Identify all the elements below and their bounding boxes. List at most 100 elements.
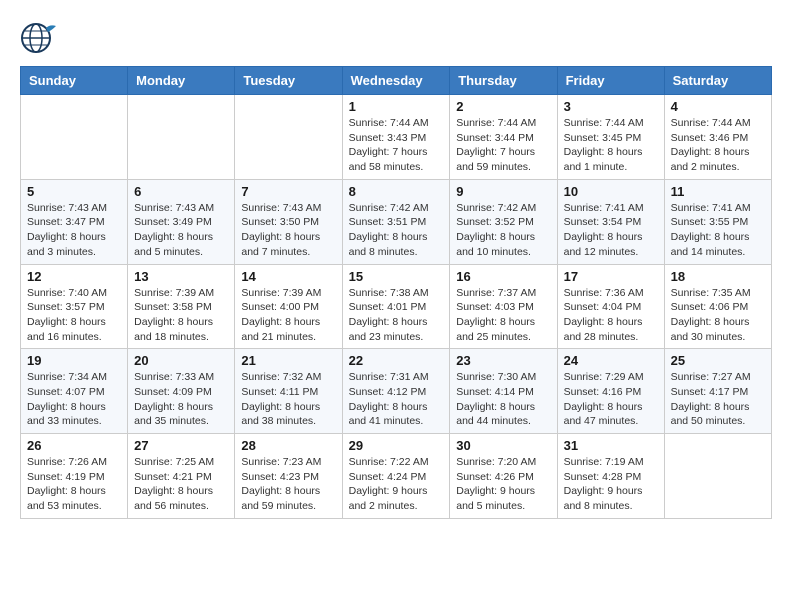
calendar-cell: 23 Sunrise: 7:30 AMSunset: 4:14 PMDayligh…: [450, 349, 557, 434]
day-info: Sunrise: 7:19 AMSunset: 4:28 PMDaylight:…: [564, 455, 658, 514]
calendar-cell: [235, 95, 342, 180]
calendar-cell: 7 Sunrise: 7:43 AMSunset: 3:50 PMDaylight…: [235, 179, 342, 264]
logo-icon: [20, 20, 58, 56]
header: [20, 20, 772, 56]
calendar-header-row: SundayMondayTuesdayWednesdayThursdayFrid…: [21, 67, 772, 95]
day-number: 10: [564, 184, 658, 199]
day-info: Sunrise: 7:39 AMSunset: 3:58 PMDaylight:…: [134, 286, 228, 345]
day-number: 16: [456, 269, 550, 284]
day-info: Sunrise: 7:34 AMSunset: 4:07 PMDaylight:…: [27, 370, 121, 429]
col-header-thursday: Thursday: [450, 67, 557, 95]
day-info: Sunrise: 7:27 AMSunset: 4:17 PMDaylight:…: [671, 370, 765, 429]
day-number: 26: [27, 438, 121, 453]
calendar-cell: 28 Sunrise: 7:23 AMSunset: 4:23 PMDayligh…: [235, 434, 342, 519]
day-number: 23: [456, 353, 550, 368]
day-number: 13: [134, 269, 228, 284]
day-number: 27: [134, 438, 228, 453]
day-number: 3: [564, 99, 658, 114]
calendar-cell: 3 Sunrise: 7:44 AMSunset: 3:45 PMDaylight…: [557, 95, 664, 180]
day-info: Sunrise: 7:43 AMSunset: 3:47 PMDaylight:…: [27, 201, 121, 260]
calendar-cell: 26 Sunrise: 7:26 AMSunset: 4:19 PMDayligh…: [21, 434, 128, 519]
calendar-cell: 18 Sunrise: 7:35 AMSunset: 4:06 PMDayligh…: [664, 264, 771, 349]
day-number: 30: [456, 438, 550, 453]
col-header-monday: Monday: [128, 67, 235, 95]
calendar-cell: [128, 95, 235, 180]
col-header-wednesday: Wednesday: [342, 67, 450, 95]
calendar-cell: 2Sunrise: 7:44 AMSunset: 3:44 PMDaylight…: [450, 95, 557, 180]
calendar-cell: 30 Sunrise: 7:20 AMSunset: 4:26 PMDayligh…: [450, 434, 557, 519]
calendar-week-1: 1 Sunrise: 7:44 AMSunset: 3:43 PMDaylight…: [21, 95, 772, 180]
day-info: Sunrise: 7:25 AMSunset: 4:21 PMDaylight:…: [134, 455, 228, 514]
day-info: Sunrise: 7:23 AMSunset: 4:23 PMDaylight:…: [241, 455, 335, 514]
day-info: Sunrise: 7:30 AMSunset: 4:14 PMDaylight:…: [456, 370, 550, 429]
day-info: Sunrise: 7:44 AMSunset: 3:43 PMDaylight:…: [349, 116, 444, 175]
day-number: 17: [564, 269, 658, 284]
day-info: Sunrise: 7:41 AMSunset: 3:55 PMDaylight:…: [671, 201, 765, 260]
day-number: 20: [134, 353, 228, 368]
calendar-cell: 22 Sunrise: 7:31 AMSunset: 4:12 PMDayligh…: [342, 349, 450, 434]
day-number: 7: [241, 184, 335, 199]
calendar-cell: 17 Sunrise: 7:36 AMSunset: 4:04 PMDayligh…: [557, 264, 664, 349]
calendar-cell: [664, 434, 771, 519]
day-number: 15: [349, 269, 444, 284]
calendar-cell: [21, 95, 128, 180]
calendar-cell: 8 Sunrise: 7:42 AMSunset: 3:51 PMDaylight…: [342, 179, 450, 264]
col-header-tuesday: Tuesday: [235, 67, 342, 95]
calendar-week-4: 19Sunrise: 7:34 AMSunset: 4:07 PMDayligh…: [21, 349, 772, 434]
calendar-cell: 20 Sunrise: 7:33 AMSunset: 4:09 PMDayligh…: [128, 349, 235, 434]
calendar-cell: 9Sunrise: 7:42 AMSunset: 3:52 PMDaylight…: [450, 179, 557, 264]
calendar-cell: 13 Sunrise: 7:39 AMSunset: 3:58 PMDayligh…: [128, 264, 235, 349]
day-info: Sunrise: 7:43 AMSunset: 3:49 PMDaylight:…: [134, 201, 228, 260]
day-info: Sunrise: 7:26 AMSunset: 4:19 PMDaylight:…: [27, 455, 121, 514]
day-info: Sunrise: 7:41 AMSunset: 3:54 PMDaylight:…: [564, 201, 658, 260]
calendar-cell: 6 Sunrise: 7:43 AMSunset: 3:49 PMDaylight…: [128, 179, 235, 264]
calendar-cell: 5 Sunrise: 7:43 AMSunset: 3:47 PMDaylight…: [21, 179, 128, 264]
col-header-friday: Friday: [557, 67, 664, 95]
day-info: Sunrise: 7:39 AMSunset: 4:00 PMDaylight:…: [241, 286, 335, 345]
calendar-cell: 1 Sunrise: 7:44 AMSunset: 3:43 PMDaylight…: [342, 95, 450, 180]
calendar-week-2: 5 Sunrise: 7:43 AMSunset: 3:47 PMDaylight…: [21, 179, 772, 264]
day-number: 18: [671, 269, 765, 284]
day-info: Sunrise: 7:35 AMSunset: 4:06 PMDaylight:…: [671, 286, 765, 345]
day-info: Sunrise: 7:44 AMSunset: 3:45 PMDaylight:…: [564, 116, 658, 175]
calendar-cell: 24 Sunrise: 7:29 AMSunset: 4:16 PMDayligh…: [557, 349, 664, 434]
day-number: 22: [349, 353, 444, 368]
day-number: 5: [27, 184, 121, 199]
logo: [20, 20, 62, 56]
day-number: 9: [456, 184, 550, 199]
day-number: 8: [349, 184, 444, 199]
col-header-saturday: Saturday: [664, 67, 771, 95]
calendar-week-5: 26 Sunrise: 7:26 AMSunset: 4:19 PMDayligh…: [21, 434, 772, 519]
day-info: Sunrise: 7:42 AMSunset: 3:51 PMDaylight:…: [349, 201, 444, 260]
day-number: 31: [564, 438, 658, 453]
col-header-sunday: Sunday: [21, 67, 128, 95]
day-number: 28: [241, 438, 335, 453]
day-number: 1: [349, 99, 444, 114]
day-number: 2: [456, 99, 550, 114]
calendar-table: SundayMondayTuesdayWednesdayThursdayFrid…: [20, 66, 772, 519]
day-info: Sunrise: 7:36 AMSunset: 4:04 PMDaylight:…: [564, 286, 658, 345]
calendar-cell: 21Sunrise: 7:32 AMSunset: 4:11 PMDayligh…: [235, 349, 342, 434]
day-number: 29: [349, 438, 444, 453]
day-info: Sunrise: 7:20 AMSunset: 4:26 PMDaylight:…: [456, 455, 550, 514]
day-info: Sunrise: 7:31 AMSunset: 4:12 PMDaylight:…: [349, 370, 444, 429]
day-number: 4: [671, 99, 765, 114]
day-info: Sunrise: 7:29 AMSunset: 4:16 PMDaylight:…: [564, 370, 658, 429]
calendar-body: 1 Sunrise: 7:44 AMSunset: 3:43 PMDaylight…: [21, 95, 772, 519]
day-number: 25: [671, 353, 765, 368]
day-info: Sunrise: 7:33 AMSunset: 4:09 PMDaylight:…: [134, 370, 228, 429]
day-number: 11: [671, 184, 765, 199]
calendar-week-3: 12Sunrise: 7:40 AMSunset: 3:57 PMDayligh…: [21, 264, 772, 349]
day-number: 24: [564, 353, 658, 368]
day-number: 14: [241, 269, 335, 284]
day-number: 6: [134, 184, 228, 199]
day-info: Sunrise: 7:43 AMSunset: 3:50 PMDaylight:…: [241, 201, 335, 260]
calendar-cell: 14 Sunrise: 7:39 AMSunset: 4:00 PMDayligh…: [235, 264, 342, 349]
calendar-cell: 25 Sunrise: 7:27 AMSunset: 4:17 PMDayligh…: [664, 349, 771, 434]
day-info: Sunrise: 7:38 AMSunset: 4:01 PMDaylight:…: [349, 286, 444, 345]
day-info: Sunrise: 7:40 AMSunset: 3:57 PMDaylight:…: [27, 286, 121, 345]
day-number: 21: [241, 353, 335, 368]
calendar-cell: 4Sunrise: 7:44 AMSunset: 3:46 PMDaylight…: [664, 95, 771, 180]
calendar-cell: 31 Sunrise: 7:19 AMSunset: 4:28 PMDayligh…: [557, 434, 664, 519]
calendar-cell: 19Sunrise: 7:34 AMSunset: 4:07 PMDayligh…: [21, 349, 128, 434]
